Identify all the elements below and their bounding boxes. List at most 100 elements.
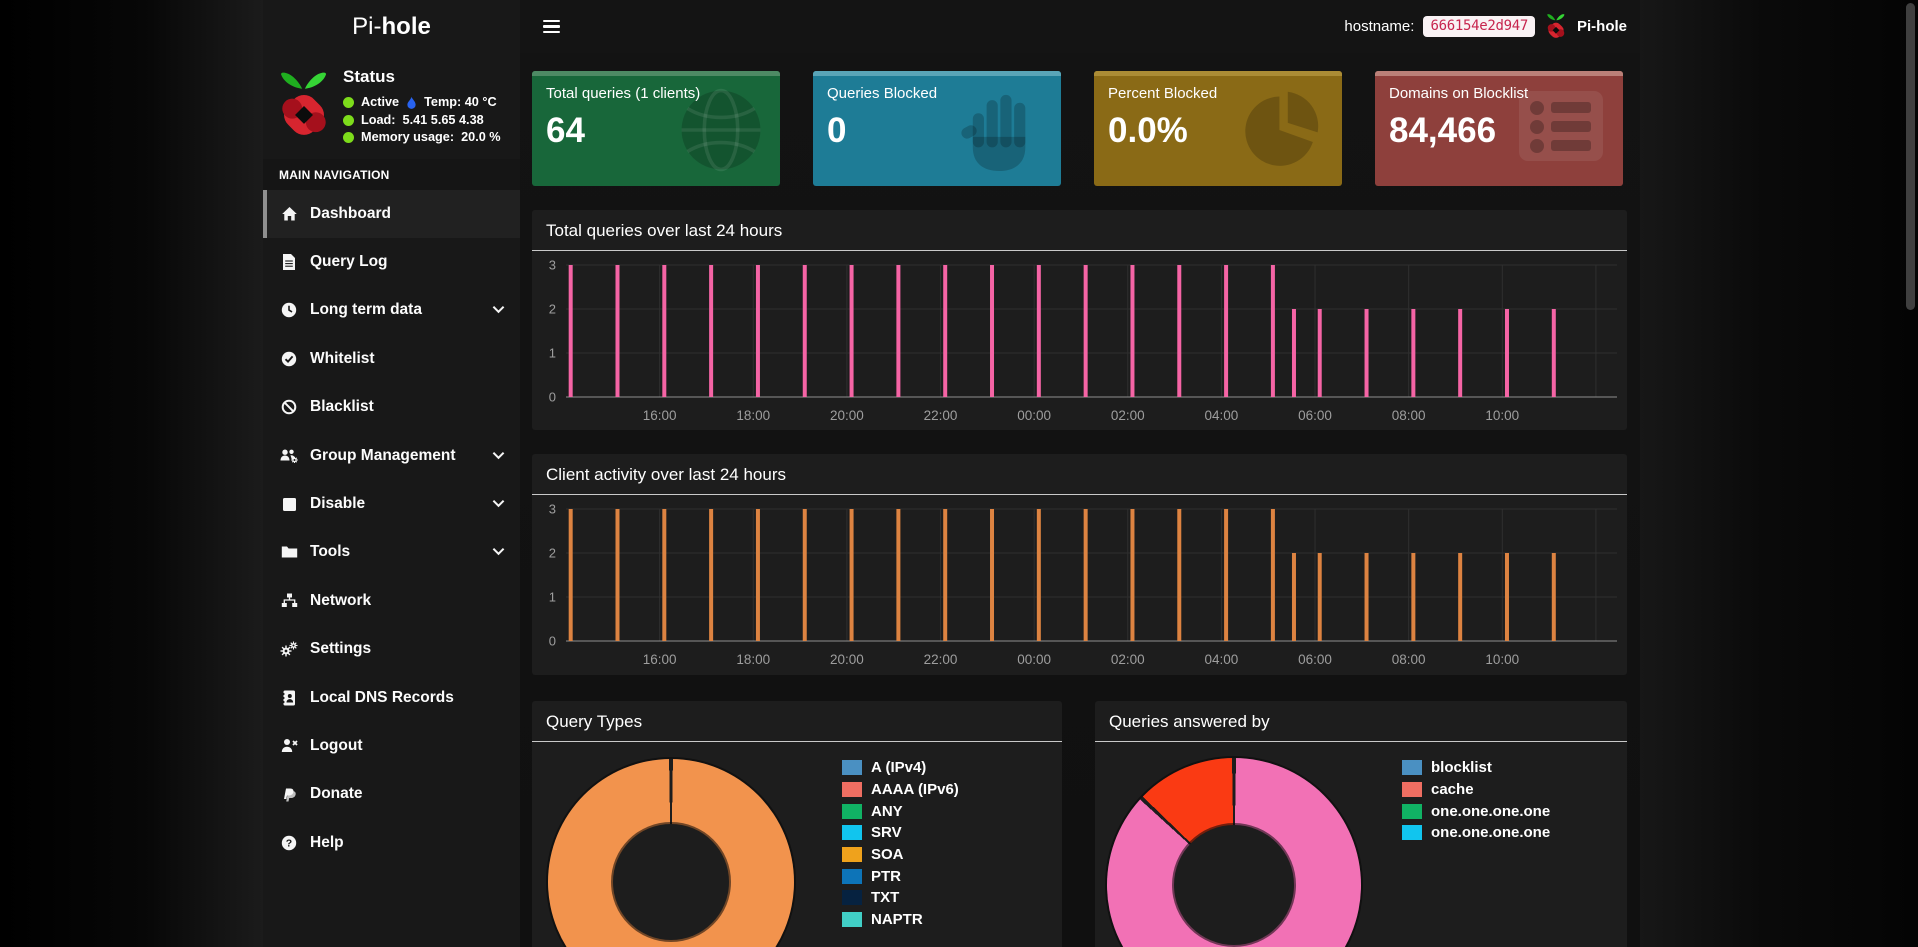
- sidebar-item-label: Help: [310, 834, 344, 852]
- legend-item[interactable]: SOA: [842, 844, 959, 866]
- status-ok-icon: [343, 115, 354, 126]
- svg-text:02:00: 02:00: [1111, 408, 1145, 423]
- sidebar-item-long-term-data[interactable]: Long term data: [263, 286, 520, 334]
- card-value: 64: [546, 111, 780, 151]
- legend-item[interactable]: cache: [1402, 779, 1550, 801]
- legend-item[interactable]: blocklist: [1402, 757, 1550, 779]
- donut-hole: [613, 824, 729, 940]
- chevron-down-icon: [492, 495, 505, 513]
- card-value: 0.0%: [1108, 111, 1342, 151]
- card-label: Domains on Blocklist: [1389, 85, 1623, 102]
- svg-text:20:00: 20:00: [830, 652, 864, 667]
- svg-text:?: ?: [286, 837, 292, 849]
- outer-background-left: [0, 0, 263, 947]
- svg-text:22:00: 22:00: [924, 652, 958, 667]
- question-circle-icon: ?: [280, 834, 298, 851]
- total-queries-bar-chart[interactable]: 012316:0018:0020:0022:0000:0002:0004:000…: [532, 251, 1627, 427]
- sidebar-item-label: Dashboard: [310, 205, 391, 223]
- sidebar-item-local-dns-records[interactable]: Local DNS Records: [263, 673, 520, 721]
- hostname-badge: 666154e2d947: [1423, 16, 1535, 37]
- legend-swatch: [842, 912, 862, 927]
- sidebar-item-label: Disable: [310, 495, 365, 513]
- panel-total-queries-chart: Total queries over last 24 hours 012316:…: [532, 210, 1627, 430]
- status-ok-icon: [343, 132, 354, 143]
- sidebar-item-logout[interactable]: Logout: [263, 722, 520, 770]
- panel-title: Total queries over last 24 hours: [546, 221, 1613, 241]
- svg-text:00:00: 00:00: [1017, 652, 1051, 667]
- svg-text:1: 1: [549, 590, 556, 605]
- hamburger-icon: [543, 20, 560, 23]
- legend-item[interactable]: ANY: [842, 800, 959, 822]
- legend-item[interactable]: SRV: [842, 822, 959, 844]
- panel-title: Client activity over last 24 hours: [546, 465, 1613, 485]
- legend-swatch: [842, 825, 862, 840]
- svg-text:22:00: 22:00: [924, 408, 958, 423]
- svg-text:04:00: 04:00: [1205, 408, 1239, 423]
- legend-label: SOA: [871, 847, 904, 862]
- svg-text:0: 0: [549, 634, 556, 649]
- raspberry-logo: [275, 67, 333, 143]
- legend-item[interactable]: one.one.one.one: [1402, 822, 1550, 844]
- status-active-label: Active: [361, 94, 399, 112]
- status-memory-row: Memory usage: 20.0 %: [343, 129, 501, 147]
- svg-text:18:00: 18:00: [736, 652, 770, 667]
- sidebar-item-settings[interactable]: Settings: [263, 625, 520, 673]
- folder-icon: [280, 544, 298, 561]
- sidebar-item-donate[interactable]: Donate: [263, 770, 520, 818]
- card-value: 84,466: [1389, 111, 1623, 151]
- temperature-flame-icon: [406, 96, 417, 110]
- sidebar-item-dashboard[interactable]: Dashboard: [263, 190, 520, 238]
- home-icon: [280, 205, 298, 222]
- svg-text:3: 3: [549, 258, 556, 273]
- svg-text:06:00: 06:00: [1298, 408, 1332, 423]
- sidebar-item-label: Group Management: [310, 447, 456, 465]
- legend-label: PTR: [871, 869, 901, 884]
- sidebar-toggle-button[interactable]: [532, 0, 576, 53]
- panel-divider: [532, 741, 1062, 742]
- sidebar-item-label: Network: [310, 592, 371, 610]
- legend-item[interactable]: A (IPv4): [842, 757, 959, 779]
- query-types-legend: A (IPv4) AAAA (IPv6)ANYSRV SOA PTR TXT NAPTR: [842, 757, 959, 931]
- bottom-panels-row: Query Types A (IPv4)AAAA (IPv6)ANYSRVSOA…: [532, 701, 1627, 947]
- sidebar-item-query-log[interactable]: Query Log: [263, 238, 520, 286]
- card-total-queries: Total queries (1 clients) 64: [532, 71, 780, 186]
- svg-text:2: 2: [549, 302, 556, 317]
- legend-item[interactable]: NAPTR: [842, 909, 959, 931]
- sidebar-nav: Dashboard Query Log Long term data White…: [263, 190, 520, 867]
- legend-label: one.one.one.one: [1431, 804, 1550, 819]
- top-navbar: Pi-hole hostname: 666154e2d947 Pi-hole: [263, 0, 1640, 53]
- svg-text:10:00: 10:00: [1485, 652, 1519, 667]
- page-scrollbar-thumb[interactable]: [1906, 3, 1915, 310]
- sidebar-item-label: Donate: [310, 785, 363, 803]
- legend-item[interactable]: one.one.one.one: [1402, 800, 1550, 822]
- sitemap-icon: [280, 592, 298, 609]
- legend-item[interactable]: AAAA (IPv6): [842, 779, 959, 801]
- legend-label: A (IPv4): [871, 760, 926, 775]
- svg-text:00:00: 00:00: [1017, 408, 1051, 423]
- legend-swatch: [842, 760, 862, 775]
- card-domains-on-blocklist: Domains on Blocklist 84,466: [1375, 71, 1623, 186]
- legend-item[interactable]: TXT: [842, 887, 959, 909]
- legend-swatch: [842, 890, 862, 905]
- card-percent-blocked: Percent Blocked 0.0%: [1094, 71, 1342, 186]
- status-temp: Temp: 40 °C: [424, 94, 497, 112]
- file-icon: [280, 254, 298, 271]
- sidebar-item-whitelist[interactable]: Whitelist: [263, 335, 520, 383]
- legend-swatch: [842, 869, 862, 884]
- sidebar-item-help[interactable]: ? Help: [263, 819, 520, 867]
- chevron-down-icon: [492, 301, 505, 319]
- legend-label: TXT: [871, 890, 899, 905]
- sidebar-item-label: Whitelist: [310, 350, 375, 368]
- sidebar-item-network[interactable]: Network: [263, 577, 520, 625]
- sidebar-item-group-management[interactable]: Group Management: [263, 431, 520, 479]
- sidebar-item-tools[interactable]: Tools: [263, 528, 520, 576]
- svg-text:16:00: 16:00: [643, 408, 677, 423]
- client-activity-bar-chart[interactable]: 012316:0018:0020:0022:0000:0002:0004:000…: [532, 495, 1627, 671]
- sidebar-item-blacklist[interactable]: Blacklist: [263, 383, 520, 431]
- panel-client-activity-chart: Client activity over last 24 hours 01231…: [532, 454, 1627, 675]
- legend-item[interactable]: PTR: [842, 865, 959, 887]
- svg-text:2: 2: [549, 546, 556, 561]
- sidebar-item-disable[interactable]: Disable: [263, 480, 520, 528]
- brand-link[interactable]: Pi-hole: [263, 0, 520, 53]
- status-ok-icon: [343, 97, 354, 108]
